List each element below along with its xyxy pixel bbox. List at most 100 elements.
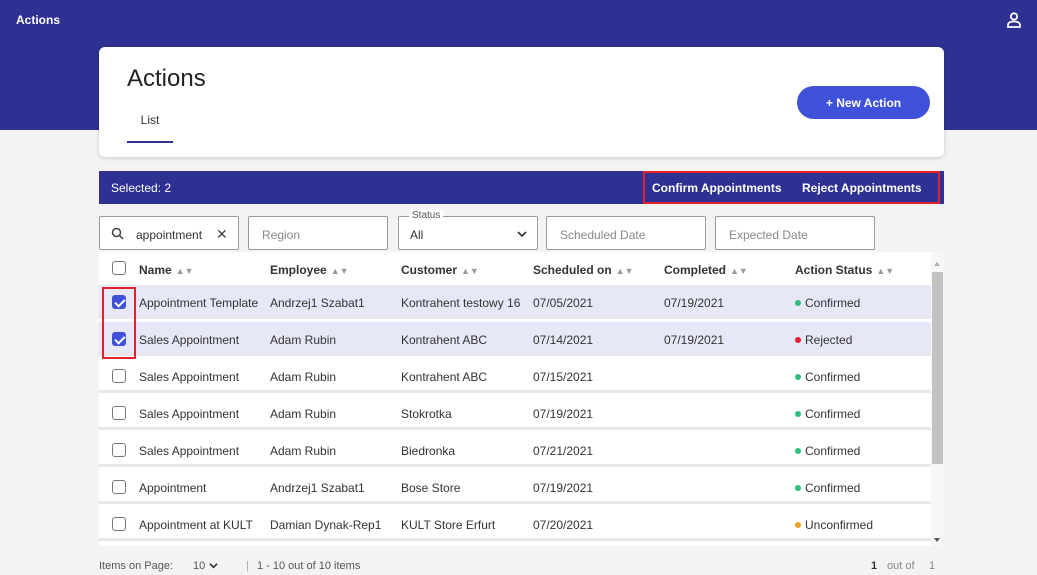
- region-placeholder: Region: [262, 228, 301, 242]
- scheduled-date-field[interactable]: Scheduled Date: [546, 216, 706, 250]
- row-checkbox[interactable]: [112, 369, 126, 383]
- cell-name: Appointment at KULT: [139, 518, 253, 532]
- cell-name: Appointment: [139, 481, 207, 495]
- cell-completed: 07/19/2021: [664, 333, 725, 347]
- cell-completed: 07/19/2021: [664, 296, 725, 310]
- cell-employee: Andrzej1 Szabat1: [270, 481, 365, 495]
- grid-scrollbar[interactable]: [931, 252, 944, 546]
- cell-scheduled: 07/19/2021: [533, 407, 594, 421]
- cell-employee: Adam Rubin: [270, 370, 337, 384]
- cell-scheduled: 07/05/2021: [533, 296, 594, 310]
- search-icon: [111, 227, 124, 240]
- table-row[interactable]: Appointment Template Andrzej1 Szabat1 Kont…: [99, 285, 931, 319]
- grid-header: Name ▲▼ Employee ▲▼ Customer ▲▼ Scheduled o…: [99, 252, 931, 285]
- cell-name: Sales Appointment: [139, 370, 240, 384]
- cell-name: Sales Appointment: [139, 333, 240, 347]
- row-checkbox[interactable]: [112, 443, 126, 457]
- close-icon[interactable]: ✕: [216, 226, 228, 243]
- cell-scheduled: 07/19/2021: [533, 481, 594, 495]
- status-cell: Confirmed: [795, 370, 860, 384]
- status-cell: Confirmed: [795, 407, 860, 421]
- status-dot-icon: [795, 448, 801, 454]
- status-dot-icon: [795, 300, 801, 306]
- status-dot-icon: [795, 337, 801, 343]
- cell-name: Appointment Template: [139, 296, 259, 310]
- reject-appointments-button[interactable]: Reject Appointments: [802, 181, 922, 195]
- cell-customer: Kontrahent testowy 16: [401, 296, 521, 310]
- cell-scheduled: 07/21/2021: [533, 444, 594, 458]
- table-row[interactable]: Sales Appointment Adam Rubin Biedronka 07/2…: [99, 433, 931, 467]
- row-checkbox[interactable]: [112, 480, 126, 494]
- table-row[interactable]: Sales Appointment Adam Rubin Kontrahent AB…: [99, 359, 931, 393]
- scheduled-date-placeholder: Scheduled Date: [560, 228, 646, 242]
- status-cell: Confirmed: [795, 481, 860, 495]
- active-tab-indicator: [127, 141, 173, 143]
- chevron-down-icon: [517, 231, 527, 238]
- status-label: Status: [409, 210, 444, 221]
- status-cell: Unconfirmed: [795, 518, 873, 532]
- region-field[interactable]: Region: [248, 216, 388, 250]
- tab-list[interactable]: List: [127, 113, 173, 143]
- row-checkbox[interactable]: [112, 517, 126, 531]
- cell-scheduled: 07/14/2021: [533, 333, 594, 347]
- pager-out-of: out of: [887, 560, 915, 572]
- status-dot-icon: [795, 374, 801, 380]
- pager: Items on Page: 10 | 1 - 10 out of 10 ite…: [99, 560, 944, 575]
- expected-date-field[interactable]: Expected Date: [715, 216, 875, 250]
- cell-name: Sales Appointment: [139, 407, 240, 421]
- scroll-thumb[interactable]: [932, 272, 943, 464]
- status-text: Confirmed: [805, 296, 861, 310]
- cell-customer: Biedronka: [401, 444, 456, 458]
- tab-list-label: List: [140, 113, 160, 127]
- column-header-action-status[interactable]: Action Status ▲▼: [795, 263, 894, 277]
- column-header-name[interactable]: Name ▲▼: [139, 263, 194, 277]
- selection-bar: Selected: 2 Confirm Appointments Reject …: [99, 171, 944, 204]
- status-dot-icon: [795, 522, 801, 528]
- actions-grid: Name ▲▼ Employee ▲▼ Customer ▲▼ Scheduled o…: [99, 252, 944, 546]
- cell-customer: Kontrahent ABC: [401, 333, 488, 347]
- search-value: appointment: [136, 228, 203, 242]
- selected-count: Selected: 2: [111, 181, 172, 195]
- column-header-customer[interactable]: Customer ▲▼: [401, 263, 479, 277]
- table-row[interactable]: Sales Appointment Adam Rubin Stokrotka 07/1…: [99, 396, 931, 430]
- table-row[interactable]: Appointment at KULT Damian Dynak-Rep1 KULT…: [99, 507, 931, 541]
- status-cell: Confirmed: [795, 444, 860, 458]
- pager-separator: |: [246, 560, 249, 572]
- column-header-employee[interactable]: Employee ▲▼: [270, 263, 349, 277]
- cell-employee: Andrzej1 Szabat1: [270, 296, 365, 310]
- selected-checkboxes-highlight: [102, 287, 136, 359]
- page-title: Actions: [127, 65, 206, 92]
- status-text: Unconfirmed: [805, 518, 874, 532]
- status-text: Confirmed: [805, 444, 861, 458]
- cell-employee: Adam Rubin: [270, 333, 337, 347]
- page-size-select[interactable]: 10: [193, 560, 218, 572]
- new-action-button[interactable]: + New Action: [797, 86, 930, 119]
- cell-customer: Kontrahent ABC: [401, 370, 488, 384]
- select-all-checkbox[interactable]: [112, 261, 126, 275]
- cell-employee: Adam Rubin: [270, 407, 337, 421]
- page-header-card: Actions List + New Action: [99, 47, 944, 157]
- status-text: Rejected: [805, 333, 853, 347]
- table-row[interactable]: Sales Appointment Adam Rubin Kontrahent AB…: [99, 322, 931, 356]
- cell-customer: Bose Store: [401, 481, 461, 495]
- app-title: Actions: [16, 13, 61, 27]
- search-input[interactable]: appointment ✕: [99, 216, 239, 250]
- column-header-scheduled-on[interactable]: Scheduled on ▲▼: [533, 263, 634, 277]
- table-row[interactable]: Appointment Andrzej1 Szabat1 Bose Store 07/…: [99, 470, 931, 504]
- confirm-appointments-button[interactable]: Confirm Appointments: [652, 181, 782, 195]
- pager-range: 1 - 10 out of 10 items: [257, 560, 361, 572]
- column-header-completed[interactable]: Completed ▲▼: [664, 263, 748, 277]
- total-pages: 1: [929, 560, 936, 572]
- expected-date-placeholder: Expected Date: [729, 228, 808, 242]
- status-select[interactable]: Status All: [398, 210, 538, 250]
- status-value: All: [410, 228, 424, 242]
- scroll-up-arrow[interactable]: [934, 262, 940, 266]
- row-checkbox[interactable]: [112, 406, 126, 420]
- current-page[interactable]: 1: [871, 560, 877, 572]
- user-icon[interactable]: [1005, 11, 1023, 29]
- cell-scheduled: 07/15/2021: [533, 370, 594, 384]
- cell-employee: Adam Rubin: [270, 444, 337, 458]
- status-dot-icon: [795, 411, 801, 417]
- items-on-page-label: Items on Page:: [99, 560, 173, 572]
- scroll-down-arrow[interactable]: [934, 538, 940, 542]
